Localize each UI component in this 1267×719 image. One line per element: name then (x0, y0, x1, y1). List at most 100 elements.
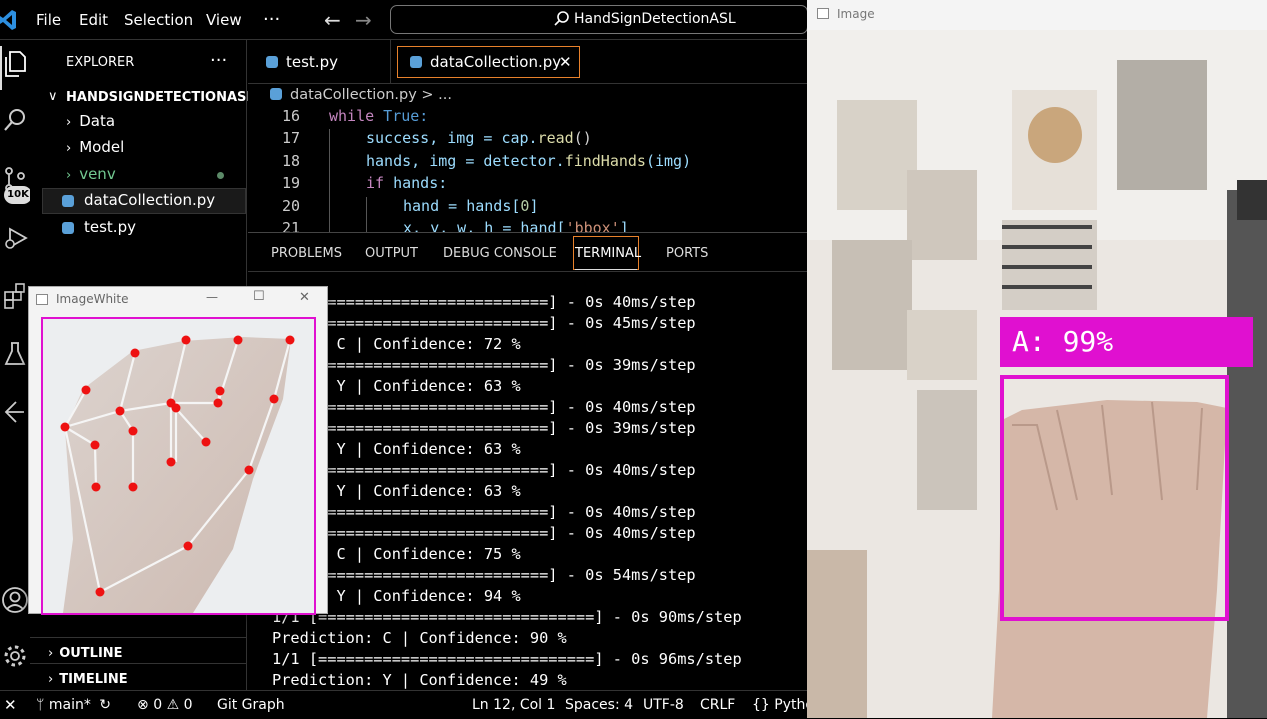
project-root[interactable]: ∨ HANDSIGNDETECTIONASL (48, 88, 255, 110)
editor-tabs: test.py dataCollection.py ✕ (248, 40, 807, 84)
menu-selection[interactable]: Selection (124, 0, 193, 40)
tab-divider (390, 40, 391, 84)
python-file-icon (410, 56, 422, 68)
end-of-line[interactable]: CRLF (700, 691, 735, 719)
search-icon[interactable] (0, 106, 30, 142)
line-number: 18 (281, 152, 300, 170)
code-token: if (366, 174, 385, 192)
tree-item-datacollection[interactable]: dataCollection.py (62, 191, 215, 209)
tree-item-label: venv (79, 165, 116, 183)
timeline-label: TIMELINE (59, 672, 128, 687)
breadcrumb-file: dataCollection.py (290, 87, 417, 103)
tab-datacollection-py[interactable]: dataCollection.py ✕ (397, 46, 580, 78)
error-count: 0 (153, 697, 163, 713)
status-bar: ✕ ᛘ main* ↻ ⊗ 0 ⚠ 0 Git Graph Ln 12, Col… (0, 690, 814, 719)
source-control-badge: 10K (4, 186, 32, 204)
code-editor[interactable]: dataCollection.py > ... 16 while True: 1… (248, 84, 807, 232)
tree-item-venv[interactable]: › venv (66, 165, 236, 183)
menu-view[interactable]: View (206, 0, 242, 40)
terminal-line: Prediction: C | Confidence: 90 % (272, 629, 567, 647)
code-line: success, img = cap.read() (366, 129, 592, 147)
run-debug-icon[interactable] (0, 224, 30, 260)
terminal-line: 1/1 [==============================] - 0… (272, 608, 742, 626)
image-window[interactable]: Image A: 99% (807, 0, 1267, 718)
line-number: 20 (281, 197, 300, 215)
activity-bar: 10K (0, 40, 32, 690)
branch-name: main* (48, 697, 91, 713)
explorer-more-button[interactable]: ··· (210, 50, 227, 71)
line-number: 16 (281, 107, 300, 125)
code-token: hands, img = detector. (366, 152, 565, 170)
language-mode[interactable]: {} Pytho (752, 691, 814, 719)
extensions-icon[interactable] (0, 282, 30, 318)
explorer-title: EXPLORER (66, 55, 135, 70)
image-window-titlebar: Image (807, 0, 1267, 30)
problems-indicator[interactable]: ⊗ 0 ⚠ 0 (137, 691, 193, 719)
code-token: ] (529, 197, 539, 215)
warning-count: 0 (183, 697, 193, 713)
project-name: HANDSIGNDETECTIONASL (66, 90, 255, 105)
line-number: 17 (281, 129, 300, 147)
cursor-position[interactable]: Ln 12, Col 1 (472, 691, 555, 719)
tree-item-model[interactable]: › Model (66, 138, 124, 156)
explorer-files-icon[interactable] (0, 50, 30, 86)
code-token: hands: (384, 174, 448, 192)
tree-item-data[interactable]: › Data (66, 112, 115, 130)
tab-problems[interactable]: PROBLEMS (271, 233, 342, 273)
window-title: ImageWhite (56, 292, 129, 306)
testing-flask-icon[interactable] (0, 340, 30, 376)
tab-label: test.py (286, 53, 338, 71)
command-center-search[interactable]: HandSignDetectionASL (390, 5, 808, 34)
code-token: while (329, 107, 375, 125)
git-branch-icon: ᛘ (36, 697, 45, 713)
terminal-line: Prediction: Y | Confidence: 49 % (272, 671, 567, 689)
breadcrumb[interactable]: dataCollection.py > ... (270, 87, 452, 103)
remote-explorer-icon[interactable] (0, 398, 30, 434)
close-tab-icon[interactable]: ✕ (559, 47, 572, 77)
code-token: read (537, 129, 574, 147)
imagewhite-window[interactable]: ImageWhite — ☐ ✕ (28, 286, 328, 615)
python-file-icon (270, 88, 282, 100)
menu-edit[interactable]: Edit (79, 0, 108, 40)
search-icon (553, 10, 571, 28)
hand-skeleton-image (41, 317, 316, 615)
account-icon[interactable] (0, 585, 30, 621)
branch-indicator[interactable]: ᛘ main* ↻ (36, 691, 111, 719)
tab-test-py[interactable]: test.py (264, 40, 394, 84)
tab-ports[interactable]: PORTS (666, 233, 708, 273)
chevron-right-icon: › (48, 672, 54, 687)
vscode-logo-icon (0, 9, 16, 31)
code-lines: 16 while True: 17 success, img = cap.rea… (248, 107, 807, 232)
close-window-button[interactable]: ✕ (299, 290, 310, 305)
tree-item-test[interactable]: test.py (62, 218, 136, 236)
python-file-icon (266, 56, 278, 68)
tab-output[interactable]: OUTPUT (365, 233, 418, 273)
breadcrumb-rest: ... (438, 87, 452, 103)
terminal[interactable]: ==============================] - 0s 40m… (248, 272, 807, 690)
outline-section[interactable]: › OUTLINE (48, 642, 123, 661)
remote-indicator-icon[interactable]: ✕ (4, 691, 17, 719)
encoding[interactable]: UTF-8 (643, 691, 684, 719)
code-line: hands, img = detector.findHands(img) (366, 152, 691, 170)
forward-arrow-icon[interactable]: → (355, 0, 372, 40)
menu-more[interactable]: ··· (263, 0, 280, 40)
code-token: ] (619, 219, 629, 232)
title-bar: File Edit Selection View ··· ← → HandSig… (0, 0, 808, 59)
modified-dot-icon (217, 172, 224, 179)
tab-terminal[interactable]: TERMINAL (575, 233, 641, 273)
hand-landmarks (43, 319, 314, 613)
code-line: x, y, w, h = hand['bbox'] (403, 219, 629, 232)
menu-file[interactable]: File (36, 0, 61, 40)
maximize-button[interactable]: ☐ (253, 289, 265, 304)
timeline-section[interactable]: › TIMELINE (48, 668, 128, 687)
back-arrow-icon[interactable]: ← (324, 0, 341, 40)
indentation[interactable]: Spaces: 4 (565, 691, 633, 719)
git-graph-button[interactable]: Git Graph (217, 691, 285, 719)
tab-debug-console[interactable]: DEBUG CONSOLE (443, 233, 557, 273)
gear-icon[interactable] (0, 641, 30, 677)
prediction-label: A: 99% (1012, 325, 1114, 358)
terminal-line: 1/1 [==============================] - 0… (272, 650, 742, 668)
chevron-right-icon: › (66, 168, 72, 183)
tab-label: dataCollection.py (430, 53, 562, 71)
minimize-button[interactable]: — (206, 290, 218, 304)
